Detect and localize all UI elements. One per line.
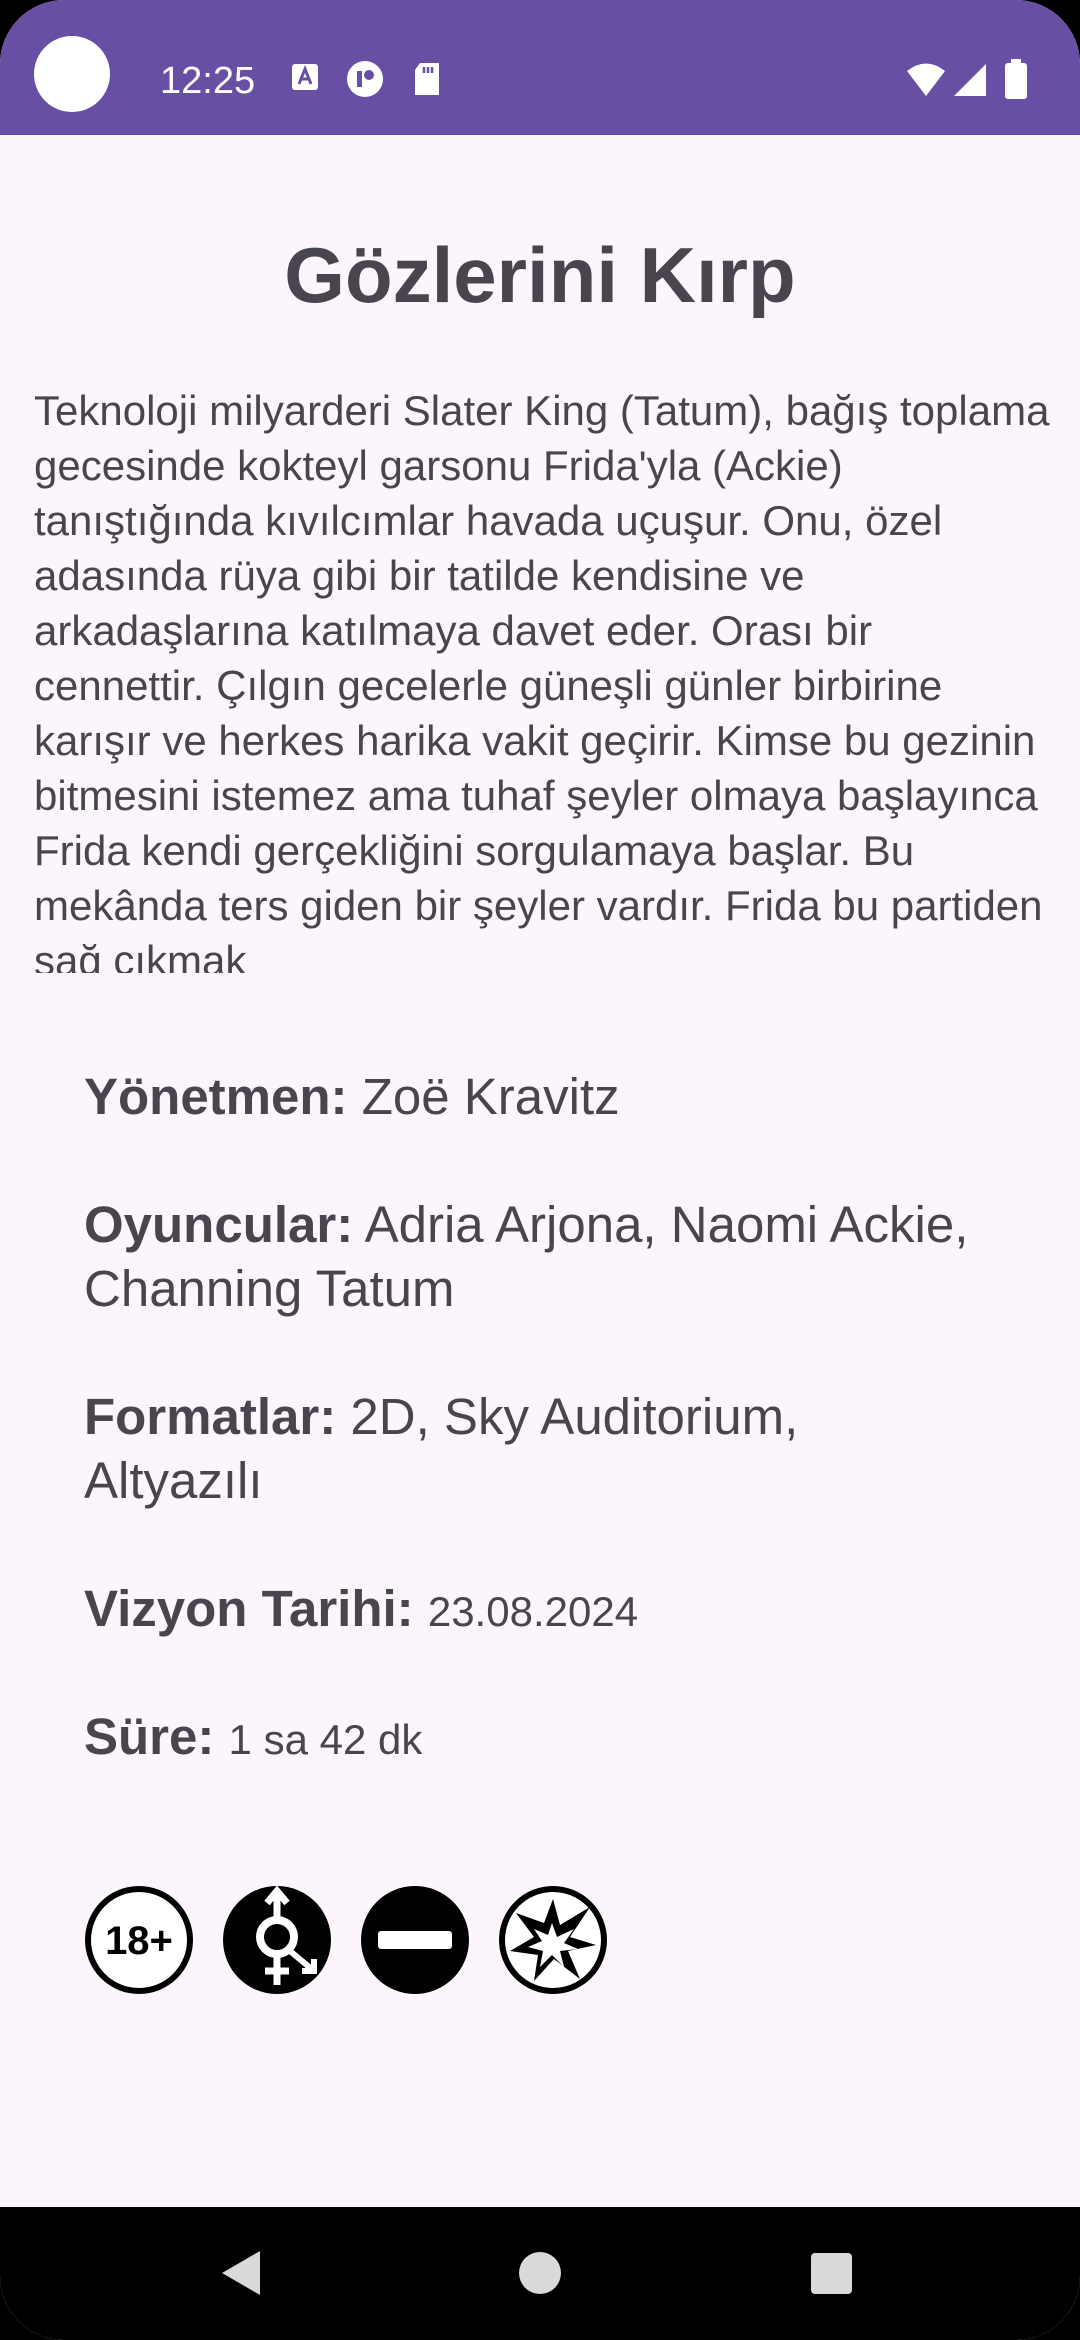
app-screen: 12:25 Gözlerini Kırp Teknoloji milyarder… [0, 0, 1080, 2340]
cast-row: Oyuncular: Adria Arjona, Naomi Ackie, Ch… [84, 1193, 984, 1321]
status-bar: 12:25 [0, 0, 1080, 135]
battery-icon [1005, 59, 1027, 99]
negative-example-icon [361, 1886, 469, 1994]
duration-row: Süre: 1 sa 42 dk [84, 1705, 984, 1772]
text-notification-icon [292, 64, 318, 90]
cast-label: Oyuncular: [84, 1196, 354, 1253]
home-icon [519, 2252, 561, 2294]
recents-button[interactable] [767, 2207, 897, 2340]
sd-card-icon [415, 63, 439, 95]
cellular-signal-icon [954, 64, 986, 96]
formats-label: Formatlar: [84, 1388, 337, 1445]
navigation-bar [0, 2207, 1080, 2340]
duration-label: Süre: [84, 1708, 215, 1765]
svg-text:18+: 18+ [105, 1919, 173, 1963]
director-row: Yönetmen: Zoë Kravitz [84, 1065, 984, 1129]
back-icon [222, 2251, 260, 2295]
back-button[interactable] [178, 2207, 308, 2340]
movie-title: Gözlerini Kırp [284, 231, 796, 319]
wifi-icon [907, 63, 945, 96]
duration-value: 1 sa 42 dk [228, 1716, 423, 1763]
sexuality-icon [223, 1885, 331, 1994]
director-label: Yönetmen: [84, 1068, 348, 1125]
camera-cutout [34, 36, 110, 112]
home-button[interactable] [475, 2207, 605, 2340]
release-value: 23.08.2024 [427, 1588, 639, 1635]
status-time: 12:25 [160, 60, 256, 102]
formats-row: Formatlar: 2D, Sky Auditorium, Altyazılı [84, 1385, 984, 1513]
age-18-plus-icon: 18+ [85, 1886, 193, 1994]
recents-icon [811, 2253, 852, 2294]
violence-icon [499, 1886, 607, 1994]
director-value: Zoë Kravitz [361, 1068, 620, 1125]
app-notification-icon [347, 61, 383, 97]
movie-synopsis[interactable]: Teknoloji milyarderi Slater King (Tatum)… [34, 383, 1054, 973]
release-row: Vizyon Tarihi: 23.08.2024 [84, 1577, 984, 1644]
release-label: Vizyon Tarihi: [84, 1580, 414, 1637]
